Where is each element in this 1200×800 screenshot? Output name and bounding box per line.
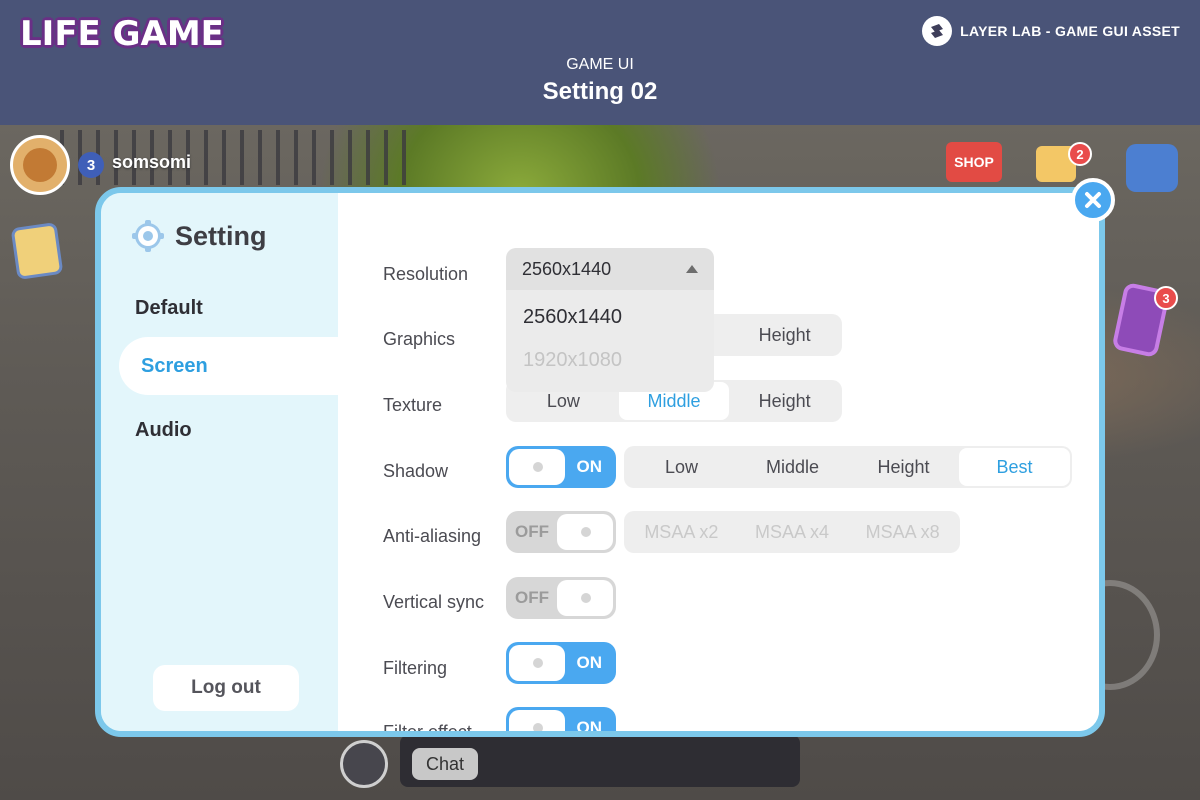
shadow-segmented: Low Middle Height Best [624, 446, 1072, 488]
texture-option-height[interactable]: Height [729, 382, 840, 420]
close-button[interactable] [1071, 178, 1115, 222]
settings-content: Resolution 2560x1440 2560x1440 1920x1080… [338, 193, 1099, 731]
resolution-options: 2560x1440 1920x1080 [506, 290, 714, 392]
dog-avatar-icon [23, 148, 57, 182]
nav-item-default[interactable]: Default [135, 297, 203, 320]
graphics-label: Graphics [383, 329, 456, 349]
toggle-knob [557, 580, 613, 616]
resolution-dropdown-head[interactable]: 2560x1440 [506, 248, 714, 290]
nav-item-screen-label: Screen [141, 355, 208, 377]
top-header: LIFE GAME LAYER LAB - GAME GUI ASSET GAM… [0, 0, 1200, 125]
msaa-x4-option: MSAA x4 [754, 521, 830, 542]
logout-button[interactable]: Log out [153, 665, 299, 711]
header-title: Setting 02 [542, 78, 658, 105]
anti-aliasing-label: Anti-aliasing [383, 526, 482, 546]
brand-logo: LIFE GAME [20, 14, 224, 54]
nav-item-screen[interactable]: Screen [119, 337, 359, 395]
player-level-badge: 3 [78, 152, 104, 178]
credit: LAYER LAB - GAME GUI ASSET [922, 16, 1180, 46]
credit-text: LAYER LAB - GAME GUI ASSET [960, 23, 1180, 39]
panel-title: Setting [131, 219, 267, 253]
texture-label: Texture [383, 395, 443, 415]
shadow-option-best[interactable]: Best [959, 448, 1070, 486]
resolution-option[interactable]: 1920x1080 [506, 339, 714, 382]
gear-icon [132, 220, 164, 252]
close-icon [1085, 192, 1101, 208]
shadow-option-low[interactable]: Low [626, 448, 737, 486]
toggle-knob [509, 449, 565, 485]
filtering-toggle-text: ON [576, 653, 603, 672]
graphics-option-height[interactable]: Height [729, 316, 840, 354]
anti-aliasing-segmented: MSAA x2 MSAA x4 MSAA x8 [624, 511, 960, 553]
toggle-knob [509, 645, 565, 681]
player-avatar[interactable] [10, 135, 70, 195]
quest-clipboard-icon[interactable] [10, 222, 64, 280]
settings-sidebar: Setting Default Screen Audio Log out [101, 193, 359, 731]
msaa-x2-option: MSAA x2 [644, 521, 719, 542]
filter-effect-label: Filter effect [383, 722, 472, 737]
player-name: somsomi [112, 152, 192, 172]
filter-effect-toggle[interactable]: ON [506, 707, 616, 737]
vertical-sync-toggle[interactable]: OFF [506, 577, 616, 619]
caret-up-icon [686, 265, 698, 273]
resolution-label: Resolution [383, 264, 469, 284]
resolution-option[interactable]: 2560x1440 [506, 296, 714, 339]
toggle-knob [557, 514, 613, 550]
chat-button[interactable]: Chat [412, 748, 478, 780]
panel-title-text: Setting [175, 220, 267, 251]
mail-badge: 2 [1068, 142, 1092, 166]
shop-icon[interactable]: SHOP [946, 142, 1002, 182]
vertical-sync-toggle-text: OFF [515, 588, 549, 607]
shadow-option-middle[interactable]: Middle [737, 448, 848, 486]
filter-effect-toggle-text: ON [576, 718, 603, 737]
shadow-toggle-text: ON [576, 457, 603, 476]
filtering-label: Filtering [383, 658, 448, 678]
phone-badge: 3 [1154, 286, 1178, 310]
toggle-knob [509, 710, 565, 731]
header-subtitle: GAME UI [566, 56, 634, 73]
nav-item-audio[interactable]: Audio [135, 419, 192, 442]
chat-avatar-icon [340, 740, 388, 788]
vertical-sync-label: Vertical sync [383, 592, 485, 612]
anti-aliasing-toggle[interactable]: OFF [506, 511, 616, 553]
backpack-icon[interactable] [1126, 144, 1178, 192]
shadow-option-height[interactable]: Height [848, 448, 959, 486]
layer-lab-logo-icon [922, 16, 953, 46]
filtering-toggle[interactable]: ON [506, 642, 616, 684]
shadow-label: Shadow [383, 461, 449, 481]
msaa-x8-option: MSAA x8 [865, 521, 940, 542]
resolution-selected: 2560x1440 [522, 258, 612, 279]
anti-aliasing-toggle-text: OFF [515, 522, 549, 541]
settings-panel: Setting Default Screen Audio Log out Res… [95, 187, 1105, 737]
resolution-dropdown[interactable]: 2560x1440 2560x1440 1920x1080 [506, 248, 714, 392]
shadow-toggle[interactable]: ON [506, 446, 616, 488]
